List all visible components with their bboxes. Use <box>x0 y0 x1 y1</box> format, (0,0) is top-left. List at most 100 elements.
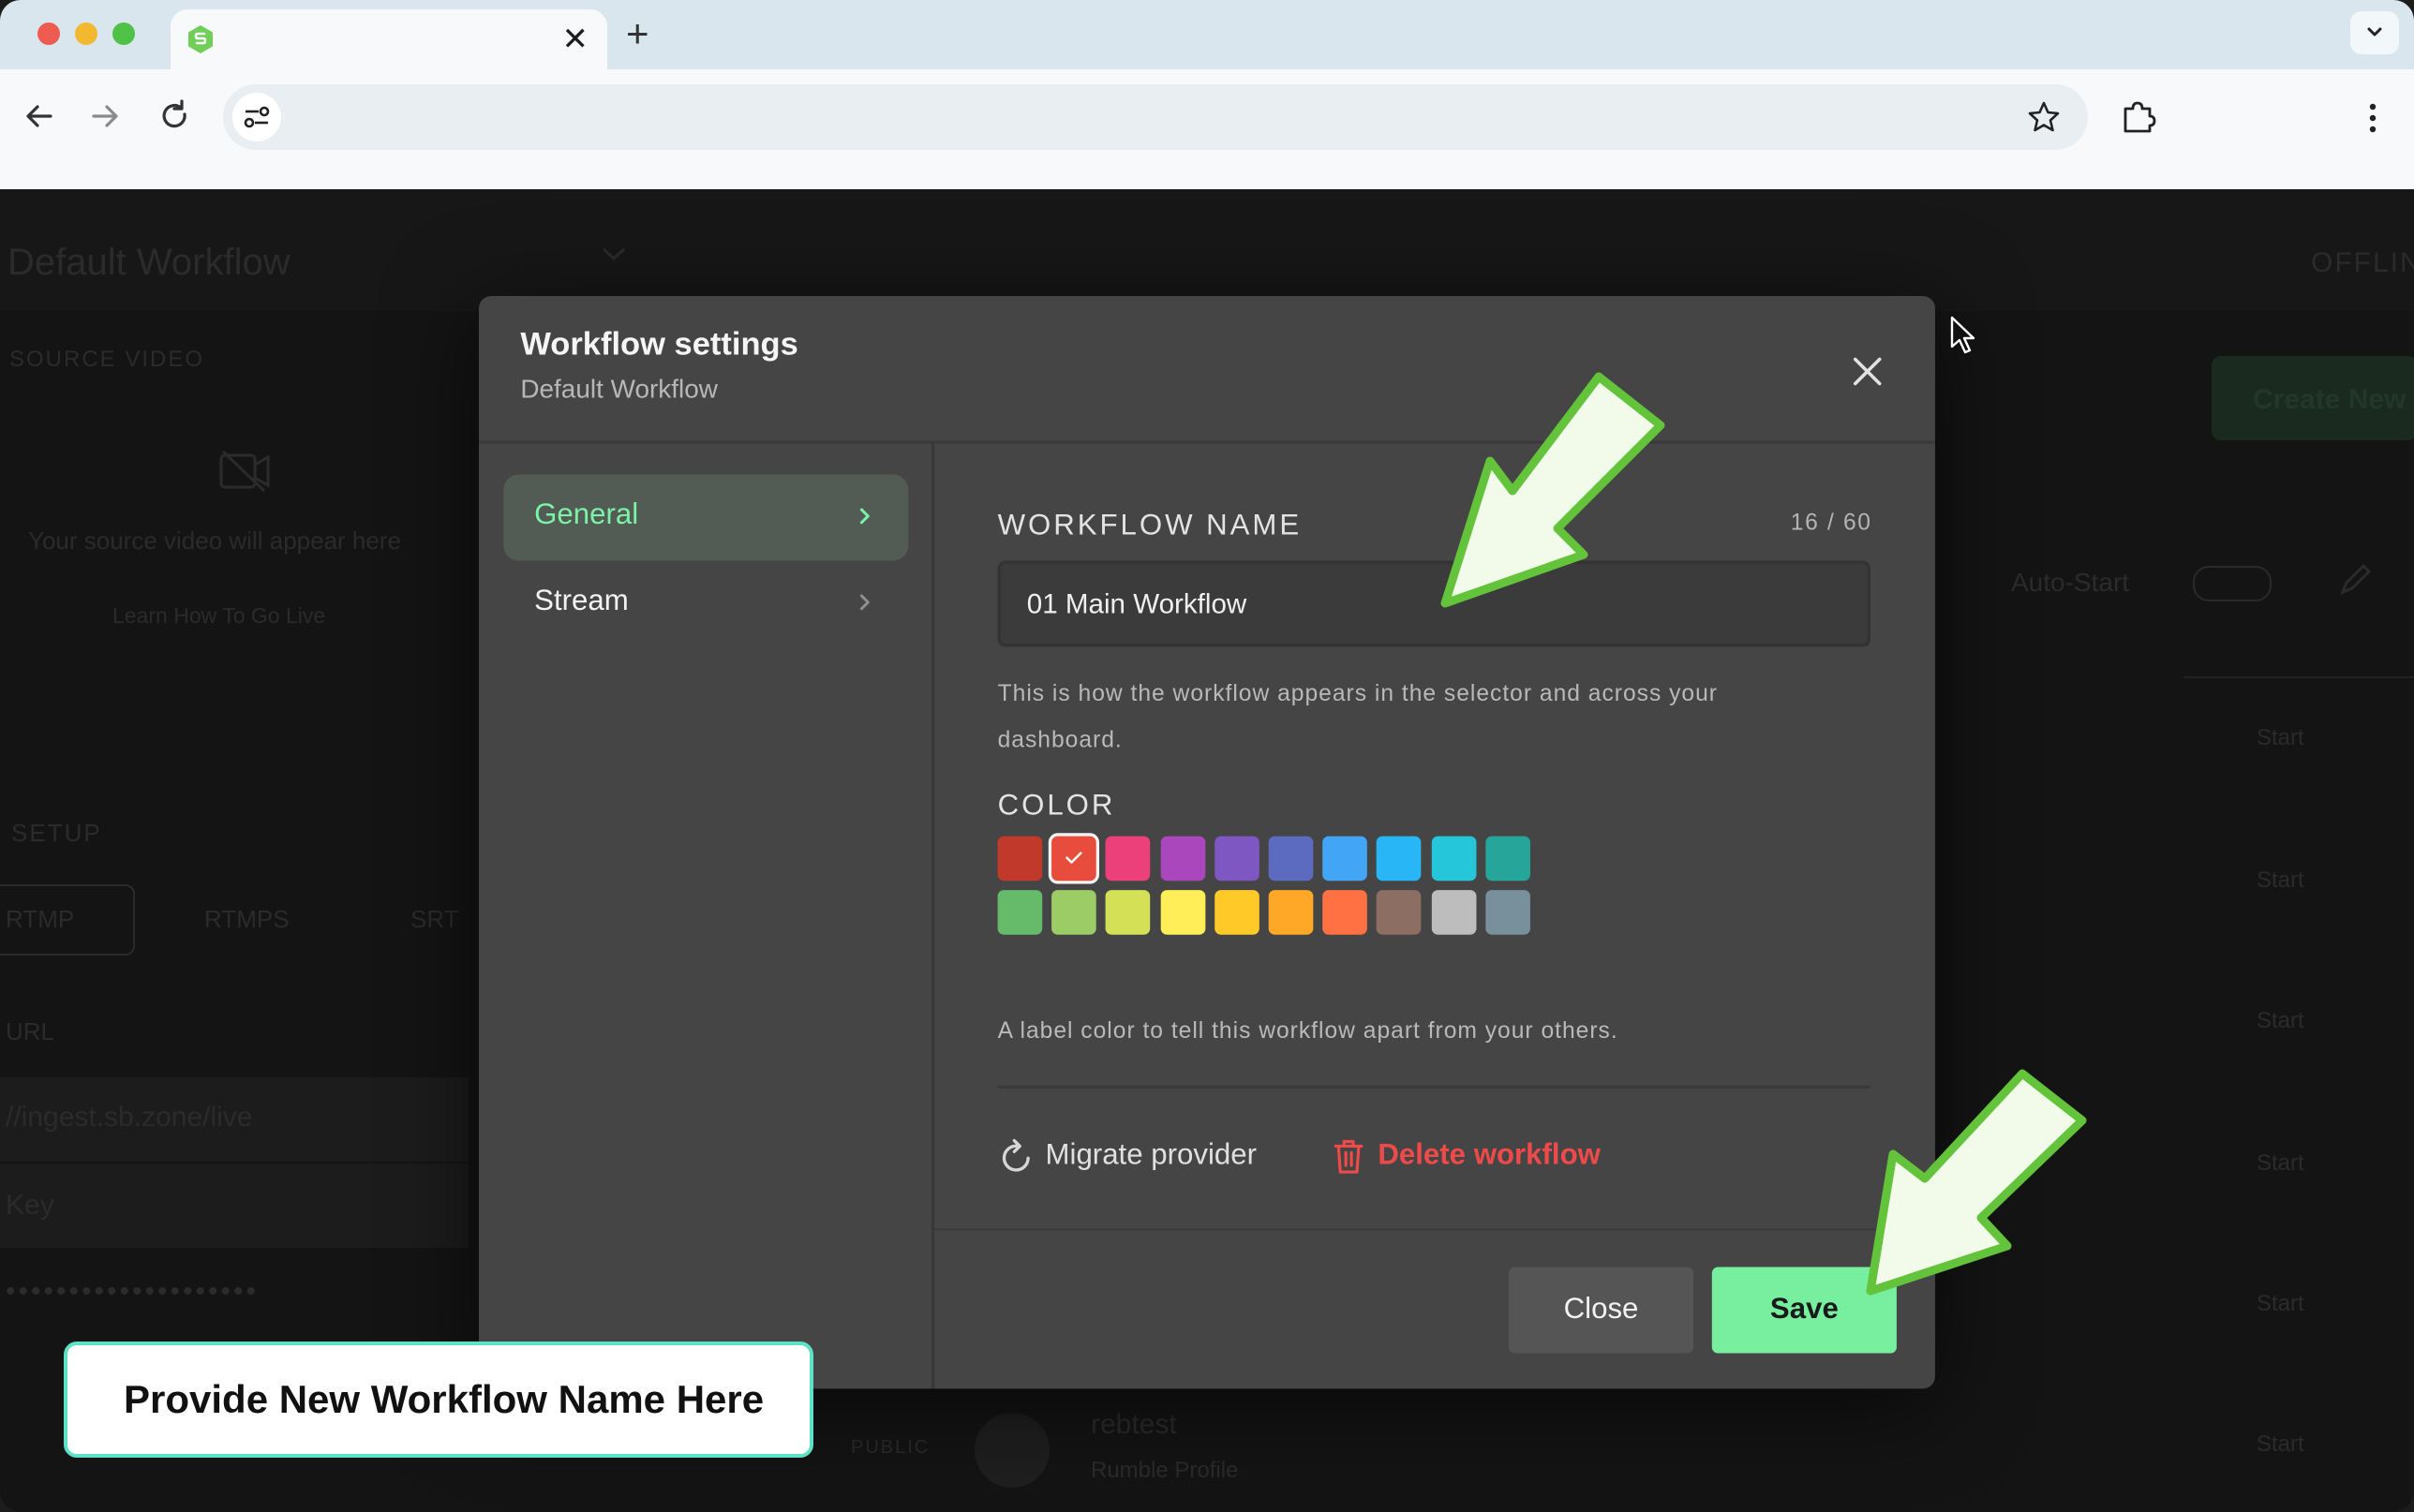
create-new-label: Create New <box>2253 384 2407 415</box>
color-swatch[interactable] <box>1106 836 1151 882</box>
destination-avatar <box>975 1413 1050 1488</box>
chevron-down-icon <box>602 247 626 261</box>
window-close-control[interactable] <box>37 22 60 45</box>
forward-arrow-icon[interactable] <box>82 94 127 139</box>
bookmark-star-icon[interactable] <box>2026 99 2062 135</box>
source-placeholder: Your source video will appear here <box>28 526 401 555</box>
checkmark-icon <box>1065 852 1082 864</box>
settings-nav: General Stream <box>479 442 935 1389</box>
color-swatch[interactable] <box>1484 836 1530 882</box>
auto-start-label: Auto-Start <box>2011 568 2130 597</box>
setup-section-label: SETUP <box>11 819 102 847</box>
new-tab-button[interactable]: + <box>626 13 649 54</box>
instruction-callout: Provide New Workflow Name Here <box>64 1342 813 1458</box>
tab-close-icon[interactable]: ✕ <box>562 21 589 58</box>
mouse-cursor-icon <box>1950 316 1975 354</box>
video-off-icon <box>219 450 270 493</box>
start-button[interactable]: Start <box>2257 1150 2304 1177</box>
tab-search-button[interactable] <box>2350 11 2399 54</box>
close-button[interactable]: Close <box>1508 1267 1694 1354</box>
tab-bar: ✕ + <box>0 0 2414 69</box>
color-swatch[interactable] <box>1214 890 1259 935</box>
color-swatch[interactable] <box>1431 890 1476 935</box>
annotation-arrow-icon <box>1866 1069 2087 1296</box>
nav-item-label: Stream <box>534 585 629 618</box>
workflow-selector[interactable]: Default Workflow <box>7 242 291 284</box>
color-swatch[interactable] <box>1268 890 1314 935</box>
source-section-label: SOURCE VIDEO <box>9 347 205 372</box>
row-divider <box>2183 676 2414 678</box>
dialog-subtitle: Default Workflow <box>520 374 718 404</box>
color-swatch[interactable] <box>1268 836 1314 882</box>
workflow-name-help: This is how the workflow appears in the … <box>998 672 1718 764</box>
edit-pencil-icon[interactable] <box>2337 560 2375 598</box>
nav-item-stream[interactable]: Stream <box>503 561 908 647</box>
chevron-right-icon <box>859 594 870 611</box>
color-swatch[interactable] <box>1484 890 1530 935</box>
trash-icon <box>1334 1139 1363 1174</box>
character-counter: 16 / 60 <box>1790 510 1872 537</box>
color-swatch[interactable] <box>1214 836 1259 882</box>
close-icon[interactable] <box>1846 349 1889 393</box>
destination-subtitle: Rumble Profile <box>1091 1458 1239 1483</box>
protocol-tab-srt[interactable]: SRT <box>410 905 459 934</box>
url-value: //ingest.sb.zone/live <box>6 1102 253 1133</box>
color-swatch[interactable] <box>1377 836 1422 882</box>
help-line: This is how the workflow appears in the … <box>997 680 1719 707</box>
annotation-arrow-icon <box>1440 372 1665 608</box>
auto-start-toggle[interactable] <box>2193 566 2272 601</box>
color-swatch[interactable] <box>997 836 1043 882</box>
key-value: •••••••••••••••••••• <box>6 1276 260 1307</box>
back-arrow-icon[interactable] <box>17 94 62 139</box>
start-button[interactable]: Start <box>2257 1291 2304 1317</box>
visibility-badge: PUBLIC <box>851 1437 931 1458</box>
color-swatch[interactable] <box>1431 836 1476 882</box>
key-field[interactable] <box>0 1164 469 1248</box>
nav-item-general[interactable]: General <box>503 474 909 561</box>
dialog-footer-divider <box>934 1228 1935 1231</box>
address-bar[interactable] <box>223 84 2088 150</box>
destination-name: rebtest <box>1091 1409 1177 1440</box>
dialog-header: Workflow settings Default Workflow <box>479 296 1935 444</box>
browser-menu-icon[interactable] <box>2362 96 2384 141</box>
app-header <box>0 189 2414 311</box>
color-swatch[interactable] <box>997 890 1043 935</box>
delete-workflow-button[interactable]: Delete workflow <box>1330 1134 1601 1179</box>
color-help: A label color to tell this workflow apar… <box>997 1017 1618 1045</box>
color-swatch[interactable] <box>1160 836 1205 882</box>
browser-toolbar <box>0 69 2414 189</box>
start-button[interactable]: Start <box>2257 1431 2304 1458</box>
window-maximize-control[interactable] <box>112 22 135 45</box>
reload-icon[interactable] <box>152 94 197 139</box>
color-swatch[interactable] <box>1322 890 1368 935</box>
site-info-button[interactable] <box>232 93 281 141</box>
color-swatch[interactable] <box>1051 890 1097 935</box>
color-swatch[interactable] <box>1106 890 1151 935</box>
start-button[interactable]: Start <box>2257 867 2304 894</box>
migrate-provider-label: Migrate provider <box>1045 1139 1258 1172</box>
extensions-puzzle-icon[interactable] <box>2120 97 2157 135</box>
tune-icon <box>244 106 270 128</box>
start-button[interactable]: Start <box>2257 725 2304 751</box>
nav-item-label: General <box>534 498 639 532</box>
protocol-tab-rtmp[interactable]: RTMP <box>0 884 135 956</box>
color-swatch[interactable] <box>1322 836 1368 882</box>
start-button[interactable]: Start <box>2257 1008 2304 1034</box>
delete-workflow-label: Delete workflow <box>1378 1139 1601 1172</box>
key-label: Key <box>6 1190 54 1221</box>
chevron-down-icon <box>2367 27 2382 37</box>
learn-link[interactable]: Learn How To Go Live <box>112 603 325 629</box>
dialog-title: Workflow settings <box>520 326 798 363</box>
window-minimize-control[interactable] <box>75 22 97 45</box>
color-swatch[interactable] <box>1160 890 1205 935</box>
chevron-right-icon <box>859 508 870 525</box>
browser-tab[interactable]: ✕ <box>171 9 607 69</box>
color-swatch[interactable] <box>1377 890 1422 935</box>
workflow-name-label: WORKFLOW NAME <box>997 510 1303 542</box>
workflow-settings-dialog: Workflow settings Default Workflow Gener… <box>479 296 1935 1389</box>
color-swatch[interactable] <box>1051 836 1097 882</box>
migrate-provider-button[interactable]: Migrate provider <box>998 1134 1257 1179</box>
refresh-icon <box>1002 1138 1030 1172</box>
browser-window: ✕ + Default Workflow OFFLIN SOURCE VIDEO… <box>0 0 2414 1512</box>
protocol-tab-rtmps[interactable]: RTMPS <box>204 905 290 934</box>
